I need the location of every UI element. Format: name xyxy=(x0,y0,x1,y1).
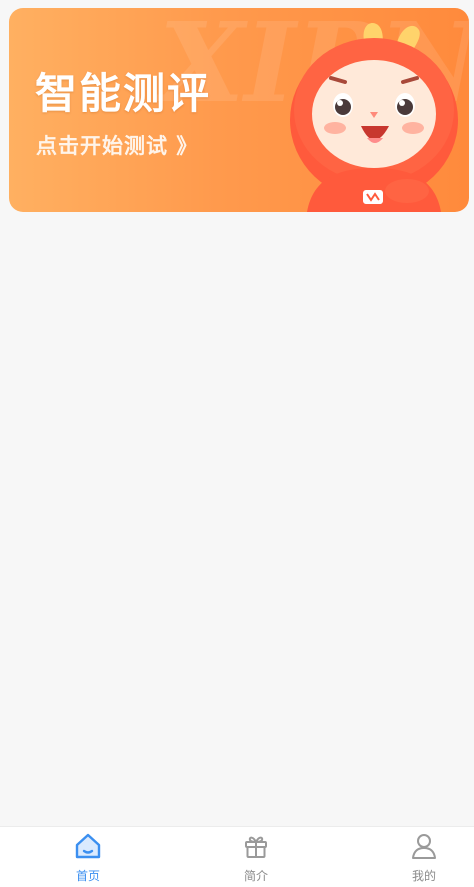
rabbit-mascot-illustration xyxy=(290,23,458,212)
tab-mine[interactable]: 我的 xyxy=(374,827,474,887)
tab-intro-label: 简介 xyxy=(243,869,268,883)
evaluation-banner[interactable]: XIPNAO 智能测评 点击开始测试 》 xyxy=(9,8,469,212)
start-test-link[interactable]: 点击开始测试 》 xyxy=(36,130,198,160)
user-icon xyxy=(412,834,436,859)
tab-intro[interactable]: 简介 xyxy=(206,827,306,887)
home-icon xyxy=(75,833,101,859)
tab-mine-label: 我的 xyxy=(411,869,436,883)
tab-home-label: 首页 xyxy=(75,869,100,883)
tab-home[interactable]: 首页 xyxy=(38,827,138,887)
bottom-tab-bar: 首页 简介 我的 xyxy=(0,826,474,887)
gift-icon xyxy=(245,836,267,858)
banner-title: 智能测评 xyxy=(35,69,212,118)
